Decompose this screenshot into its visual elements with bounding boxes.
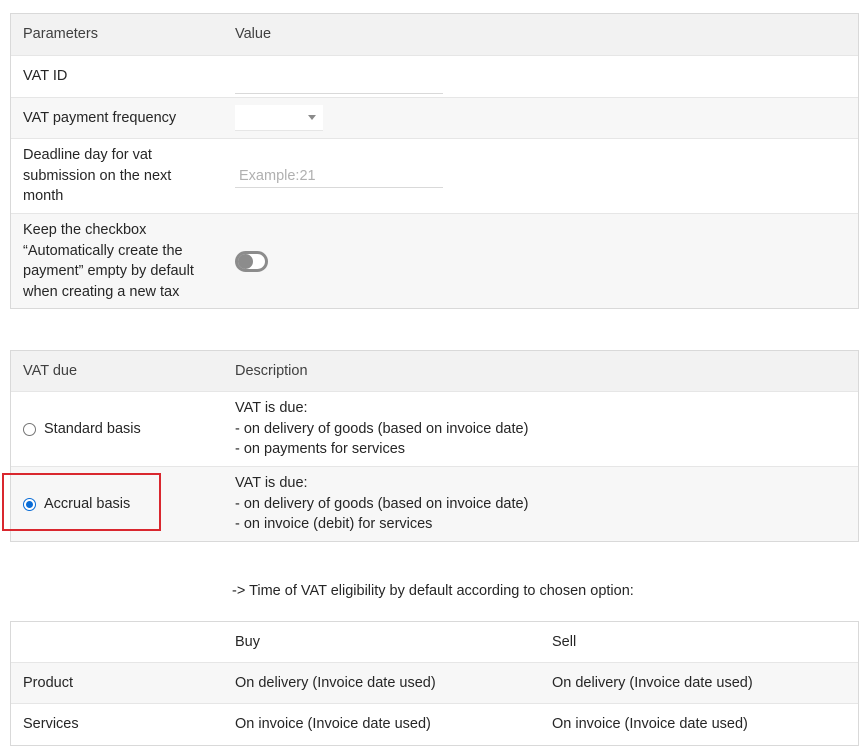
description-line: VAT is due:: [235, 400, 308, 417]
vat-eligibility-note: -> Time of VAT eligibility by default ac…: [232, 583, 634, 599]
row-label-services: Services: [23, 716, 79, 733]
accrual-basis-row: Accrual basis VAT is due: - on delivery …: [11, 467, 858, 541]
accrual-basis-description: VAT is due: - on delivery of goods (base…: [223, 473, 858, 535]
vat-eligibility-table: Buy Sell Product On delivery (Invoice da…: [10, 621, 859, 746]
deadline-day-input[interactable]: [235, 164, 443, 188]
header-vat-due: VAT due: [23, 362, 78, 379]
vat-payment-frequency-select[interactable]: [235, 105, 323, 131]
keep-checkbox-label-line: when creating a new tax: [23, 283, 180, 300]
standard-basis-option[interactable]: Standard basis: [23, 419, 223, 440]
row-label-product: Product: [23, 674, 73, 691]
vat-id-label: VAT ID: [23, 68, 68, 85]
header-value: Value: [235, 26, 272, 43]
standard-basis-row: Standard basis VAT is due: - on delivery…: [11, 392, 858, 467]
parameters-header-row: Parameters Value: [11, 14, 858, 56]
accrual-basis-radio[interactable]: [23, 497, 36, 511]
deadline-label-line: month: [23, 188, 64, 205]
description-line: VAT is due:: [235, 475, 308, 492]
eligibility-header-row: Buy Sell: [11, 622, 858, 663]
vat-due-header-row: VAT due Description: [11, 351, 858, 392]
keep-checkbox-label-line: payment” empty by default: [23, 263, 194, 279]
standard-basis-description: VAT is due: - on delivery of goods (base…: [223, 398, 858, 460]
header-parameters: Parameters: [23, 26, 98, 43]
deadline-label-line: submission on the next: [23, 167, 172, 184]
header-sell: Sell: [552, 633, 577, 650]
services-sell-cell: On invoice (Invoice date used): [552, 716, 748, 733]
vat-id-row: VAT ID: [11, 56, 858, 98]
deadline-label: Deadline day for vat submission on the n…: [11, 145, 223, 207]
keep-checkbox-toggle[interactable]: [235, 250, 268, 272]
deadline-row: Deadline day for vat submission on the n…: [11, 139, 858, 214]
vat-due-table: VAT due Description Standard basis VAT i…: [10, 350, 859, 542]
product-sell-cell: On delivery (Invoice date used): [552, 674, 753, 691]
keep-checkbox-label: Keep the checkbox “Automatically create …: [11, 220, 223, 302]
parameters-table: Parameters Value VAT ID VAT payment freq…: [10, 13, 859, 309]
chevron-down-icon: [308, 115, 316, 120]
table-row: Services On invoice (Invoice date used) …: [11, 704, 858, 745]
deadline-label-line: Deadline day for vat: [23, 147, 152, 164]
accrual-basis-option[interactable]: Accrual basis: [23, 494, 223, 515]
vat-payment-frequency-label: VAT payment frequency: [23, 109, 177, 126]
description-line: - on invoice (debit) for services: [235, 516, 433, 533]
header-description: Description: [235, 362, 308, 379]
keep-checkbox-label-line: “Automatically create the: [23, 242, 183, 259]
keep-checkbox-row: Keep the checkbox “Automatically create …: [11, 214, 858, 308]
services-buy-cell: On invoice (Invoice date used): [235, 716, 431, 733]
header-buy: Buy: [235, 633, 260, 650]
vat-payment-frequency-row: VAT payment frequency: [11, 98, 858, 139]
description-line: - on delivery of goods (based on invoice…: [235, 420, 529, 437]
standard-basis-radio[interactable]: [23, 422, 36, 436]
standard-basis-label: Standard basis: [44, 420, 141, 437]
accrual-basis-label: Accrual basis: [44, 495, 131, 512]
vat-id-input[interactable]: [235, 69, 443, 94]
product-buy-cell: On delivery (Invoice date used): [235, 674, 436, 691]
toggle-knob: [238, 253, 253, 269]
table-row: Product On delivery (Invoice date used) …: [11, 663, 858, 704]
keep-checkbox-label-line: Keep the checkbox: [23, 222, 147, 238]
description-line: - on payments for services: [235, 441, 406, 458]
description-line: - on delivery of goods (based on invoice…: [235, 495, 529, 512]
